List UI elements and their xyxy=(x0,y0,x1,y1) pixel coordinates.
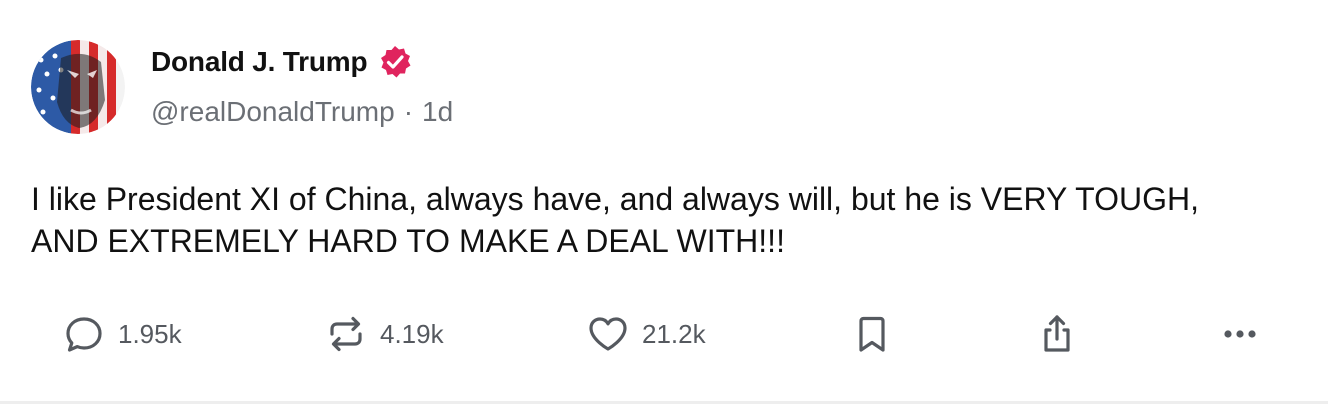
more-options-button[interactable] xyxy=(1218,306,1262,362)
action-bar: 1.95k 4.19k 21.2k xyxy=(0,306,1328,362)
share-icon xyxy=(1035,312,1079,356)
author-handle[interactable]: @realDonaldTrump xyxy=(151,96,395,128)
author-handle-row: @realDonaldTrump · 1d xyxy=(151,96,453,128)
repost-icon xyxy=(324,312,368,356)
avatar-image xyxy=(31,40,125,134)
post-timestamp[interactable]: 1d xyxy=(422,96,453,128)
reply-icon xyxy=(62,312,106,356)
share-button[interactable] xyxy=(1035,306,1079,362)
author-display-name[interactable]: Donald J. Trump xyxy=(151,46,368,78)
more-icon xyxy=(1218,312,1262,356)
bookmark-icon xyxy=(850,312,894,356)
like-button[interactable]: 21.2k xyxy=(586,306,706,362)
separator: · xyxy=(403,96,414,127)
reply-count: 1.95k xyxy=(118,318,182,349)
bookmark-button[interactable] xyxy=(850,306,894,362)
avatar[interactable] xyxy=(31,40,125,134)
heart-icon xyxy=(586,312,630,356)
reply-button[interactable]: 1.95k xyxy=(62,306,182,362)
repost-count: 4.19k xyxy=(380,318,444,349)
verified-badge-icon xyxy=(377,44,413,80)
author-name-row: Donald J. Trump xyxy=(151,42,413,82)
like-count: 21.2k xyxy=(642,318,706,349)
post-text: I like President XI of China, always hav… xyxy=(31,181,1207,259)
repost-button[interactable]: 4.19k xyxy=(324,306,444,362)
post-card: Donald J. Trump @realDonaldTrump · 1d I … xyxy=(0,0,1328,404)
